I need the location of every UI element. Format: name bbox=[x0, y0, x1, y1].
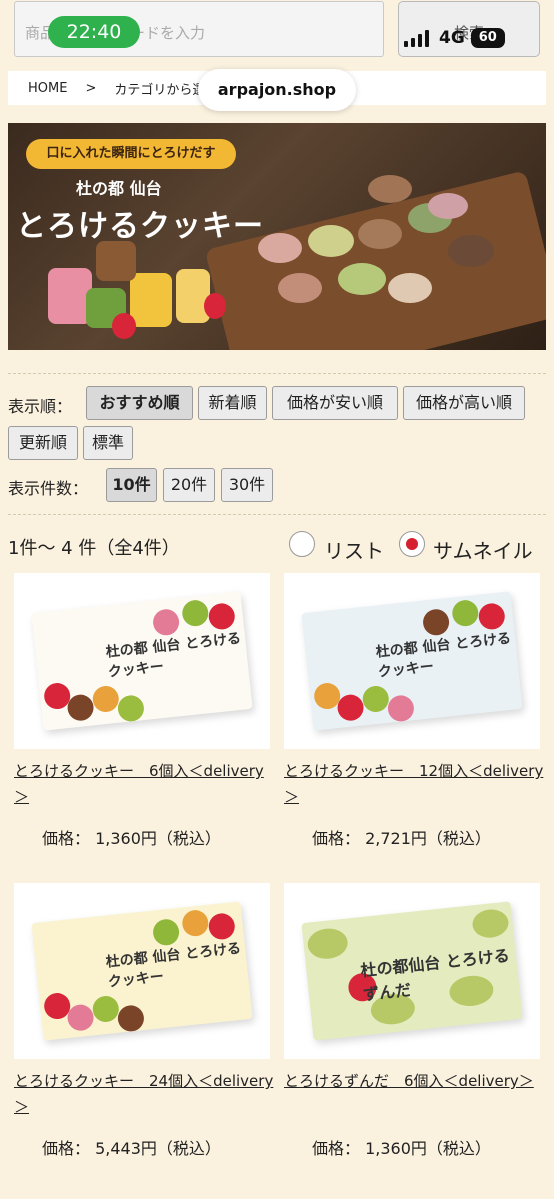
sort-option-recommended[interactable]: おすすめ順 bbox=[86, 386, 193, 420]
product-box: 杜の都 仙台 とろけるクッキー bbox=[31, 901, 253, 1041]
cookie-stack bbox=[130, 273, 172, 327]
view-list-radio[interactable] bbox=[289, 531, 315, 557]
sort-option-newest[interactable]: 新着順 bbox=[198, 386, 267, 420]
cookie-shape bbox=[448, 235, 494, 267]
banner-title: とろけるクッキー bbox=[16, 209, 264, 244]
product-name-link[interactable]: とろけるクッキー 12個入＜delivery＞ bbox=[284, 758, 544, 810]
promo-banner[interactable]: 口に入れた瞬間にとろけだす 杜の都 仙台 とろけるクッキー bbox=[8, 123, 546, 350]
product-name-link[interactable]: とろけるクッキー 24個入＜delivery＞ bbox=[14, 1068, 274, 1120]
per-page-20[interactable]: 20件 bbox=[163, 468, 215, 502]
product-image[interactable]: 杜の都 仙台 とろけるクッキー bbox=[284, 573, 540, 749]
product-box: 杜の都仙台 とろけるずんだ bbox=[301, 901, 523, 1041]
result-count: 1件〜 4 件（全4件） bbox=[8, 538, 180, 559]
strawberry-icon bbox=[204, 293, 226, 319]
banner-tagline: 口に入れた瞬間にとろけだす bbox=[26, 139, 236, 169]
cookie-shape bbox=[258, 233, 302, 263]
product-box: 杜の都 仙台 とろけるクッキー bbox=[31, 591, 253, 731]
divider bbox=[8, 373, 546, 374]
per-page-10[interactable]: 10件 bbox=[106, 468, 157, 502]
box-label: 杜の都 仙台 とろけるクッキー bbox=[375, 630, 512, 681]
product-price: 価格： 1,360円（税込） bbox=[312, 1139, 491, 1158]
cookie-shape bbox=[338, 263, 386, 295]
cookie-shape bbox=[388, 273, 432, 303]
box-label: 杜の都仙台 とろけるずんだ bbox=[359, 945, 511, 1005]
sort-option-price-low[interactable]: 価格が安い順 bbox=[272, 386, 398, 420]
breadcrumb-separator: > bbox=[85, 80, 97, 96]
network-label: 4G bbox=[439, 28, 465, 48]
strawberry-icon bbox=[112, 313, 136, 339]
product-name-link[interactable]: とろけるクッキー 6個入＜delivery＞ bbox=[14, 758, 274, 810]
cookie-shape bbox=[278, 273, 322, 303]
domain-pill[interactable]: arpajon.shop bbox=[198, 69, 356, 111]
product-name-link[interactable]: とろけるずんだ 6個入＜delivery＞ bbox=[284, 1068, 544, 1094]
sort-option-price-high[interactable]: 価格が高い順 bbox=[403, 386, 525, 420]
product-price: 価格： 2,721円（税込） bbox=[312, 829, 491, 848]
cookie-stack bbox=[176, 269, 210, 323]
view-thumbnail-label[interactable]: サムネイル bbox=[433, 535, 533, 564]
sort-option-standard[interactable]: 標準 bbox=[83, 426, 133, 460]
view-list-label[interactable]: リスト bbox=[324, 535, 384, 564]
banner-subtitle: 杜の都 仙台 bbox=[76, 179, 162, 198]
box-label: 杜の都 仙台 とろけるクッキー bbox=[105, 630, 242, 681]
signal-icon bbox=[404, 29, 429, 47]
breadcrumb-home[interactable]: HOME bbox=[28, 81, 67, 96]
divider bbox=[8, 514, 546, 515]
product-price: 価格： 5,443円（税込） bbox=[42, 1139, 221, 1158]
status-indicators: 4G 60 bbox=[404, 26, 505, 50]
product-image[interactable]: 杜の都 仙台 とろけるクッキー bbox=[14, 573, 270, 749]
product-price: 価格： 1,360円（税込） bbox=[42, 829, 221, 848]
box-label: 杜の都 仙台 とろけるクッキー bbox=[105, 940, 242, 991]
cookie-shape bbox=[308, 225, 354, 257]
per-page-30[interactable]: 30件 bbox=[221, 468, 273, 502]
per-page-label: 表示件数： bbox=[8, 479, 89, 498]
sort-label: 表示順： bbox=[8, 397, 73, 416]
sort-option-updated[interactable]: 更新順 bbox=[8, 426, 78, 460]
status-time: 22:40 bbox=[48, 16, 140, 48]
product-box: 杜の都 仙台 とろけるクッキー bbox=[301, 591, 523, 731]
cookie-shape bbox=[428, 193, 468, 219]
cookie-stack bbox=[96, 241, 136, 281]
battery-icon: 60 bbox=[470, 28, 505, 48]
product-image[interactable]: 杜の都 仙台 とろけるクッキー bbox=[14, 883, 270, 1059]
view-thumbnail-radio[interactable] bbox=[399, 531, 425, 557]
cookie-shape bbox=[368, 175, 412, 203]
cookie-shape bbox=[358, 219, 402, 249]
product-image[interactable]: 杜の都仙台 とろけるずんだ bbox=[284, 883, 540, 1059]
